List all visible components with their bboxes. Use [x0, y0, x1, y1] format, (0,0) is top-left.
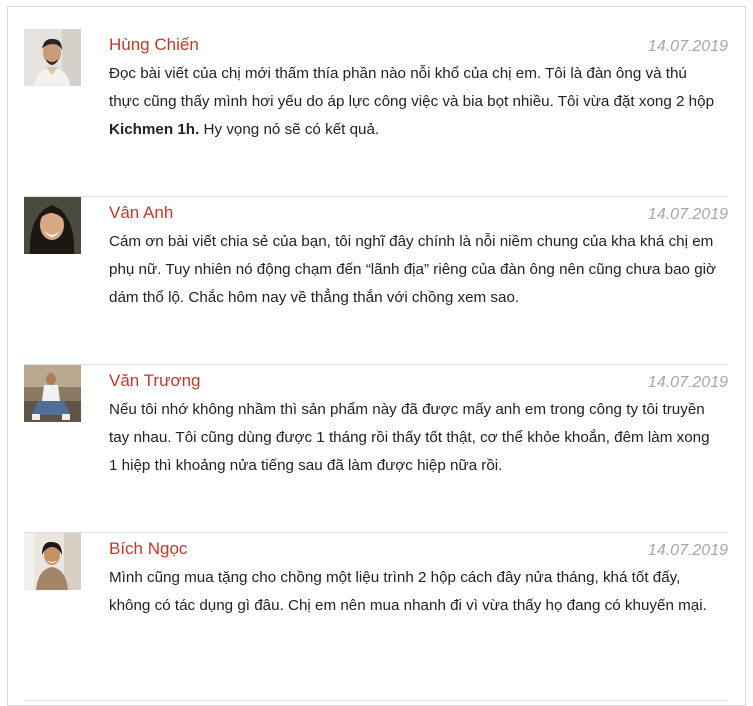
commenter-name: Bích Ngọc: [109, 539, 188, 558]
commenter-name: Hùng Chiến: [109, 35, 199, 54]
avatar: [24, 533, 81, 590]
comment-item: Hùng Chiến 14.07.2019 Đọc bài viết của c…: [24, 29, 728, 197]
comment-text: Đọc bài viết của chị mới thấm thía phần …: [109, 65, 715, 138]
product-name: Kichmen 1h.: [109, 121, 200, 138]
comment-date: 14.07.2019: [647, 542, 728, 559]
comment-text: Mình cũng mua tặng cho chồng một liệu tr…: [109, 569, 707, 614]
avatar: [24, 365, 81, 422]
commenter-name: Văn Trương: [109, 371, 201, 390]
comment-item: Vân Anh 14.07.2019 Cám ơn bài viết chia …: [24, 197, 728, 365]
divider: [24, 700, 728, 701]
comment-item: Bích Ngọc 14.07.2019 Mình cũng mua tặng …: [24, 533, 728, 701]
avatar: [24, 29, 81, 86]
comment-text: Nếu tôi nhớ không nhầm thì sản phẩm này …: [109, 401, 710, 474]
comment-text: Cám ơn bài viết chia sẻ của bạn, tôi ngh…: [109, 233, 717, 306]
comment-date: 14.07.2019: [647, 206, 728, 223]
comment-date: 14.07.2019: [647, 38, 728, 55]
commenter-name: Vân Anh: [109, 203, 174, 222]
avatar: [24, 197, 81, 254]
comment-date: 14.07.2019: [647, 374, 728, 391]
comment-item: Văn Trương 14.07.2019 Nếu tôi nhớ không …: [24, 365, 728, 533]
